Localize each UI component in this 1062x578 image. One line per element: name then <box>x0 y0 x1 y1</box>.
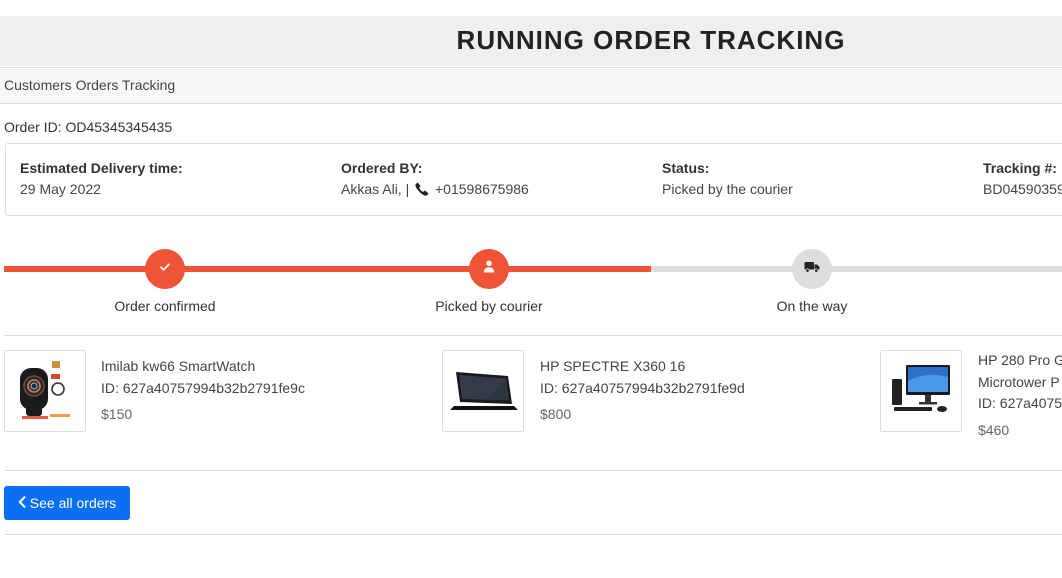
product-item-smartwatch: Imilab kw66 SmartWatch ID: 627a40757994b… <box>101 356 305 426</box>
truck-icon <box>804 260 820 278</box>
ordered-by-value: Akkas Ali, | +01598675986 <box>341 181 529 199</box>
product-price: $150 <box>101 406 133 422</box>
product-name: Imilab kw66 SmartWatch <box>101 358 256 374</box>
product-id: ID: 627a40757994b32b2791fe9c <box>101 379 305 396</box>
ordered-by-name: Akkas Ali, | <box>341 181 410 197</box>
check-icon <box>159 260 171 278</box>
card-header-title: Customers Orders Tracking <box>4 77 176 93</box>
page-header: RUNNING ORDER TRACKING <box>0 16 1062 66</box>
divider <box>4 470 1062 471</box>
product-thumb-laptop <box>442 350 524 432</box>
see-all-orders-button[interactable]: See all orders <box>4 486 130 520</box>
progress-fill <box>4 266 651 272</box>
product-name: HP SPECTRE X360 16 <box>540 358 686 374</box>
product-item-desktop: HP 280 Pro G Microtower P ID: 627a4075 $… <box>978 350 1062 441</box>
page-title: RUNNING ORDER TRACKING <box>456 25 846 55</box>
estimated-delivery: Estimated Delivery time: 29 May 2022 <box>20 160 183 197</box>
product-thumb-smartwatch <box>4 350 86 432</box>
step-order-confirmed <box>145 249 185 289</box>
step-label-picked-by-courier: Picked by courier <box>435 298 543 314</box>
status-value: Picked by the courier <box>662 181 793 197</box>
product-price: $460 <box>978 421 1010 438</box>
see-all-orders-label: See all orders <box>29 495 117 511</box>
order-info-box: Estimated Delivery time: 29 May 2022 Ord… <box>5 143 1062 216</box>
product-name-line2: Microtower P <box>978 373 1060 390</box>
phone-icon <box>415 182 429 199</box>
tracking-value: BD04590359 <box>983 181 1062 197</box>
laptop-image <box>450 372 518 410</box>
smartwatch-image <box>10 356 80 426</box>
chevron-left-icon <box>18 495 26 511</box>
tracking-label: Tracking #: <box>983 160 1057 176</box>
order-status: Status: Picked by the courier <box>662 160 793 197</box>
ordered-by: Ordered BY: Akkas Ali, | +01598675986 <box>341 160 529 199</box>
estimated-delivery-label: Estimated Delivery time: <box>20 160 183 176</box>
product-name-line1: HP 280 Pro G <box>978 352 1062 368</box>
product-item-laptop: HP SPECTRE X360 16 ID: 627a40757994b32b2… <box>540 356 745 426</box>
order-id: Order ID: OD45345345435 <box>4 119 173 135</box>
step-on-the-way <box>792 249 832 289</box>
user-icon <box>483 260 495 278</box>
status-label: Status: <box>662 160 710 176</box>
ordered-by-label: Ordered BY: <box>341 160 423 176</box>
product-price: $800 <box>540 406 572 422</box>
tracking-number: Tracking #: BD04590359 <box>983 160 1062 197</box>
divider <box>4 534 1062 535</box>
product-thumb-desktop <box>880 350 962 432</box>
product-id: ID: 627a40757994b32b2791fe9d <box>540 379 745 396</box>
product-id: ID: 627a4075 <box>978 395 1062 411</box>
desktop-image <box>892 365 950 412</box>
step-label-order-confirmed: Order confirmed <box>114 298 216 314</box>
estimated-delivery-value: 29 May 2022 <box>20 181 101 197</box>
divider <box>4 335 1062 336</box>
step-picked-by-courier <box>469 249 509 289</box>
card-header: Customers Orders Tracking <box>0 67 1062 104</box>
step-label-on-the-way: On the way <box>776 298 848 314</box>
ordered-by-phone: +01598675986 <box>435 181 529 197</box>
